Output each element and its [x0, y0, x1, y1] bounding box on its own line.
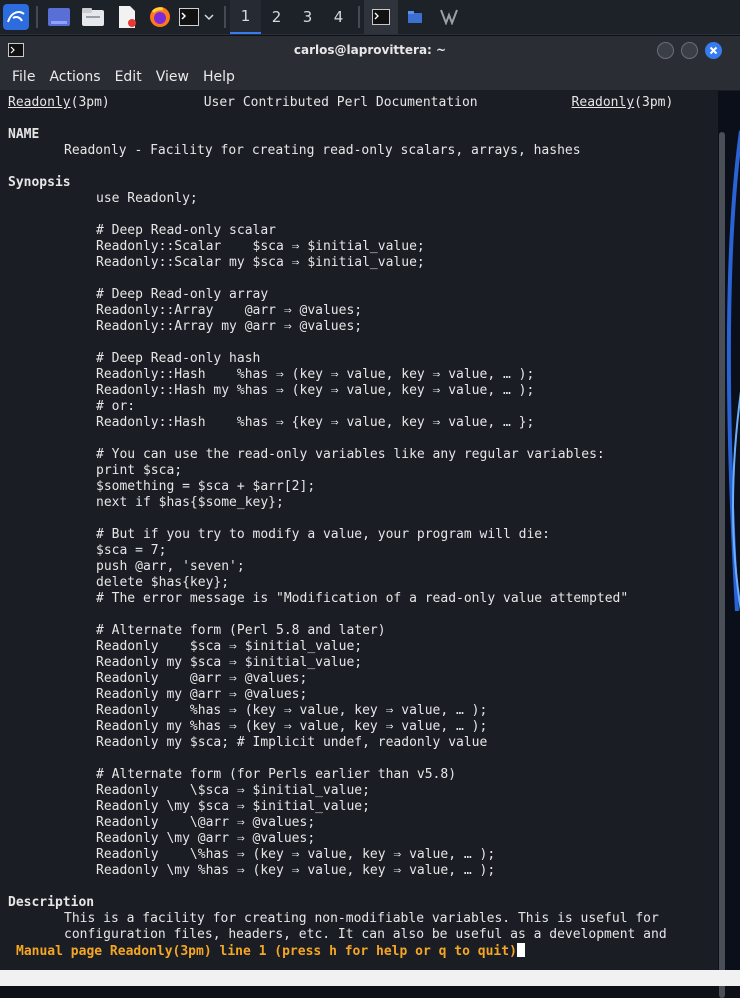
menu-bar: File Actions Edit View Help — [0, 64, 740, 91]
synopsis-line: Readonly %has ⇒ (key ⇒ value, key ⇒ valu… — [96, 703, 488, 718]
synopsis-line: # You can use the read-only variables li… — [96, 447, 605, 462]
title-bar[interactable]: carlos@laprovittera: ~ — [0, 36, 740, 64]
synopsis-line: Readonly \@arr ⇒ @values; — [96, 815, 316, 830]
taskbar: 1 2 3 4 — [0, 0, 740, 35]
minimize-button[interactable] — [657, 42, 674, 59]
synopsis-line: Readonly \my %has ⇒ (key ⇒ value, key ⇒ … — [96, 863, 496, 878]
folder-icon — [82, 8, 104, 26]
synopsis-line: delete $has{key}; — [96, 575, 230, 590]
synopsis-line: Readonly::Hash %has ⇒ {key ⇒ value, key … — [96, 415, 535, 430]
synopsis-line: Readonly @arr ⇒ @values; — [96, 671, 308, 686]
header-left-section: (3pm) — [70, 95, 110, 110]
name-text: Readonly - Facility for creating read-on… — [64, 143, 581, 158]
chevron-down-icon — [204, 14, 214, 21]
description-line: This is a facility for creating non-modi… — [64, 911, 659, 926]
header-right-name: Readonly — [571, 95, 635, 110]
file-manager-button[interactable] — [76, 0, 110, 34]
header-center: User Contributed Perl Documentation — [203, 95, 478, 110]
synopsis-heading: Synopsis — [8, 175, 71, 190]
close-button[interactable] — [705, 42, 722, 59]
header-right-section: (3pm) — [634, 95, 674, 110]
task-terminal[interactable] — [364, 0, 398, 34]
home-folder-icon — [408, 11, 422, 23]
synopsis-line: print $sca; — [96, 463, 183, 478]
firefox-button[interactable] — [144, 0, 176, 34]
maximize-button[interactable] — [681, 42, 698, 59]
name-heading: NAME — [8, 127, 40, 142]
menu-actions[interactable]: Actions — [43, 69, 106, 85]
workspace-1[interactable]: 1 — [230, 0, 261, 34]
menu-file[interactable]: File — [6, 69, 41, 85]
synopsis-line: $something = $sca + $arr[2]; — [96, 479, 316, 494]
synopsis-line: use Readonly; — [96, 191, 198, 206]
scrollbar[interactable] — [719, 132, 725, 998]
synopsis-line: Readonly \my @arr ⇒ @values; — [96, 831, 316, 846]
workspace-2[interactable]: 2 — [261, 0, 292, 34]
menu-view[interactable]: View — [150, 69, 195, 85]
pager-status-line: Manual page Readonly(3pm) line 1 (press … — [16, 943, 525, 960]
text-cursor — [516, 943, 525, 957]
status-text: Manual page Readonly(3pm) line 1 (press … — [16, 944, 517, 959]
kali-dragon-icon — [3, 4, 29, 30]
header-left-name: Readonly — [8, 95, 71, 110]
synopsis-line: $sca = 7; — [96, 543, 167, 558]
bottom-panel — [0, 970, 740, 986]
description-heading: Description — [8, 895, 95, 910]
close-icon — [709, 46, 718, 55]
window-title: carlos@laprovittera: ~ — [293, 43, 447, 57]
kali-menu-button[interactable] — [0, 0, 32, 34]
workspace-3[interactable]: 3 — [292, 0, 323, 34]
synopsis-line: Readonly my $sca; # Implicit undef, read… — [96, 735, 488, 750]
workspace-4[interactable]: 4 — [323, 0, 354, 34]
synopsis-line: Readonly \$sca ⇒ $initial_value; — [96, 783, 370, 798]
synopsis-line: Readonly::Scalar $sca ⇒ $initial_value; — [96, 239, 425, 254]
synopsis-line: Readonly my %has ⇒ (key ⇒ value, key ⇒ v… — [96, 719, 488, 734]
terminal-icon — [179, 8, 199, 26]
synopsis-line: Readonly $sca ⇒ $initial_value; — [96, 639, 363, 654]
show-desktop-button[interactable] — [42, 0, 76, 34]
terminal-launcher-button[interactable] — [176, 0, 202, 34]
description-line: configuration files, headers, etc. It ca… — [64, 927, 667, 942]
task-vim[interactable] — [432, 0, 466, 34]
firefox-icon — [150, 7, 170, 27]
text-editor-button[interactable] — [110, 0, 144, 34]
synopsis-line: Readonly my @arr ⇒ @values; — [96, 687, 308, 702]
synopsis-line: # Deep Read-only hash — [96, 351, 261, 366]
synopsis-line: next if $has{$some_key}; — [96, 495, 284, 510]
synopsis-line: Readonly \%has ⇒ (key ⇒ value, key ⇒ val… — [96, 847, 496, 862]
taskbar-separator — [36, 6, 38, 28]
synopsis-line: Readonly::Array @arr ⇒ @values; — [96, 303, 363, 318]
task-file-manager[interactable] — [398, 0, 432, 34]
taskbar-separator — [224, 6, 226, 28]
synopsis-line: # Alternate form (for Perls earlier than… — [96, 767, 457, 782]
text-editor-icon — [119, 6, 136, 28]
synopsis-line: Readonly \my $sca ⇒ $initial_value; — [96, 799, 370, 814]
synopsis-line: push @arr, 'seven'; — [96, 559, 245, 574]
menu-help[interactable]: Help — [197, 69, 241, 85]
synopsis-line: # Deep Read-only scalar — [96, 223, 277, 238]
synopsis-line: Readonly::Scalar my $sca ⇒ $initial_valu… — [96, 255, 425, 270]
terminal-output[interactable]: Readonly(3pm) User Contributed Perl Docu… — [0, 91, 718, 970]
synopsis-line: # But if you try to modify a value, your… — [96, 527, 550, 542]
synopsis-line: # or: — [96, 399, 136, 414]
taskbar-separator — [358, 6, 360, 28]
synopsis-line: Readonly::Hash my %has ⇒ (key ⇒ value, k… — [96, 383, 535, 398]
synopsis-line: Readonly::Hash %has ⇒ (key ⇒ value, key … — [96, 367, 535, 382]
man-header: Readonly(3pm) User Contributed Perl Docu… — [8, 95, 673, 111]
terminal-icon — [372, 9, 390, 25]
synopsis-line: Readonly::Array my @arr ⇒ @values; — [96, 319, 363, 334]
terminal-launcher-dropdown[interactable] — [202, 0, 216, 34]
vim-icon — [440, 9, 458, 25]
menu-edit[interactable]: Edit — [109, 69, 148, 85]
desktop-icon — [48, 8, 70, 26]
synopsis-line: # The error message is "Modification of … — [96, 591, 629, 606]
synopsis-line: # Deep Read-only array — [96, 287, 269, 302]
terminal-window: carlos@laprovittera: ~ File Actions Edit… — [0, 36, 740, 998]
synopsis-line: # Alternate form (Perl 5.8 and later) — [96, 623, 386, 638]
synopsis-line: Readonly my $sca ⇒ $initial_value; — [96, 655, 363, 670]
